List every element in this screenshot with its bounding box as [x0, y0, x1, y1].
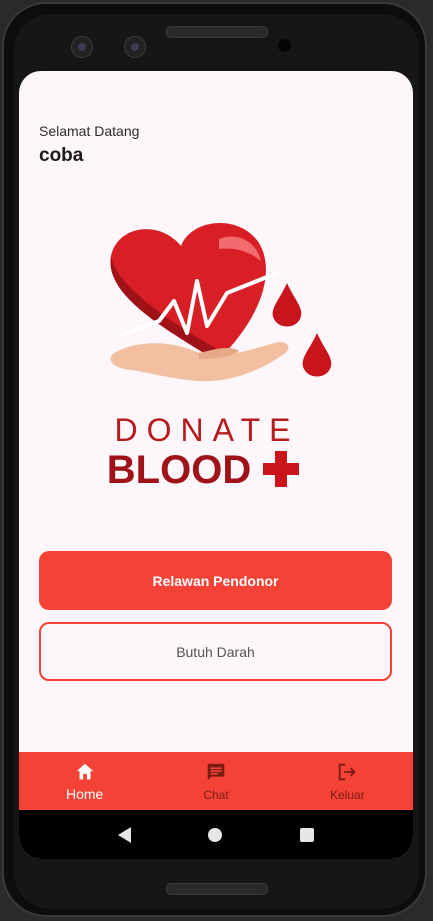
logout-icon	[339, 763, 356, 781]
logo-text-donate: DONATE	[115, 412, 300, 448]
nav-item-chat[interactable]: Chat	[150, 752, 281, 810]
back-icon[interactable]	[117, 826, 131, 843]
system-navigation-bar	[19, 810, 413, 859]
bottom-speaker	[166, 883, 268, 895]
app-screen: Selamat Datang coba DONATE BLOOD Relawan…	[19, 71, 413, 859]
home-circle-icon[interactable]	[208, 827, 223, 842]
recents-icon[interactable]	[300, 827, 315, 842]
username-text: coba	[39, 145, 84, 166]
top-speaker	[166, 26, 268, 38]
blood-drop-2	[302, 333, 332, 377]
nav-label-chat: Chat	[203, 788, 229, 802]
donate-blood-logo: DONATE BLOOD	[107, 222, 332, 492]
front-camera	[71, 36, 93, 58]
blood-drop-1	[272, 283, 302, 327]
home-icon	[76, 763, 93, 780]
chat-icon	[207, 763, 225, 781]
logo-text-blood: BLOOD	[107, 448, 251, 492]
nav-item-keluar[interactable]: Keluar	[282, 752, 413, 810]
front-sensor	[124, 36, 146, 58]
relawan-pendonor-button[interactable]: Relawan Pendonor	[39, 551, 392, 610]
butuh-darah-button[interactable]: Butuh Darah	[39, 622, 392, 681]
greeting-text: Selamat Datang	[39, 123, 140, 139]
nav-label-keluar: Keluar	[329, 788, 365, 802]
nav-item-home[interactable]: Home	[19, 752, 150, 810]
proximity-sensor	[278, 39, 291, 52]
bottom-navigation: Home Chat Keluar	[19, 752, 413, 810]
nav-label-home: Home	[65, 786, 104, 802]
medical-cross-icon	[263, 451, 299, 487]
